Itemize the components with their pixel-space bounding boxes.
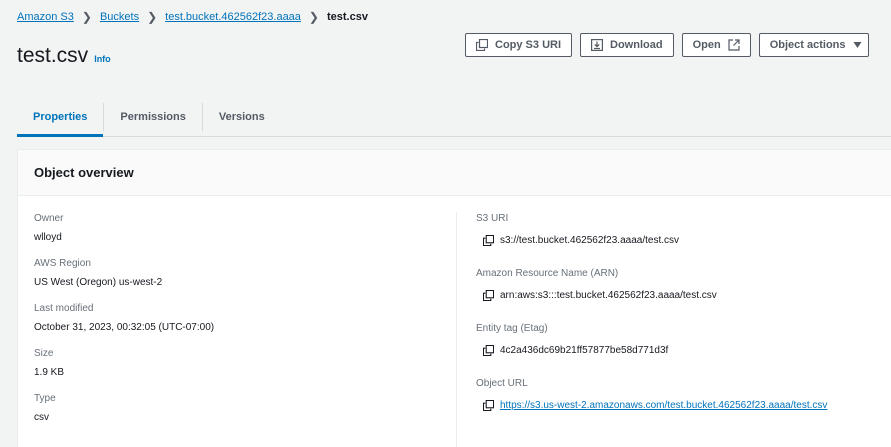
object-url-field: Object URL https://s3.us-west-2.amazonaw… bbox=[476, 377, 827, 412]
copy-icon[interactable] bbox=[483, 345, 494, 356]
size-value: 1.9 KB bbox=[34, 367, 65, 378]
chevron-right-icon: ❯ bbox=[147, 10, 158, 24]
copy-icon[interactable] bbox=[483, 290, 494, 301]
action-toolbar: Copy S3 URI Download Open Object actions bbox=[465, 33, 869, 57]
arn-label: Amazon Resource Name (ARN) bbox=[476, 268, 619, 279]
type-field: Type csv bbox=[34, 392, 214, 424]
page-title-text: test.csv bbox=[17, 44, 89, 67]
info-link[interactable]: Info bbox=[94, 54, 111, 64]
s3-uri-label: S3 URI bbox=[476, 213, 509, 224]
copy-icon[interactable] bbox=[483, 400, 494, 411]
copy-icon bbox=[476, 39, 488, 51]
s3-uri-field: S3 URI s3://test.bucket.462562f23.aaaa/t… bbox=[476, 212, 827, 247]
type-label: Type bbox=[34, 393, 56, 404]
etag-row: 4c2a436dc69b21ff57877be58d771d3f bbox=[476, 344, 827, 357]
arn-field: Amazon Resource Name (ARN) arn:aws:s3:::… bbox=[476, 267, 827, 302]
arn-value: arn:aws:s3:::test.bucket.462562f23.aaaa/… bbox=[500, 290, 717, 301]
owner-value: wlloyd bbox=[34, 232, 62, 243]
object-url-row: https://s3.us-west-2.amazonaws.com/test.… bbox=[476, 399, 827, 412]
copy-s3-uri-label: Copy S3 URI bbox=[495, 39, 562, 51]
tab-properties[interactable]: Properties bbox=[17, 98, 104, 137]
chevron-right-icon: ❯ bbox=[308, 10, 319, 24]
breadcrumb-current: test.csv bbox=[326, 11, 368, 23]
etag-label: Entity tag (Etag) bbox=[476, 323, 548, 334]
object-actions-label: Object actions bbox=[769, 39, 846, 51]
copy-s3-uri-button[interactable]: Copy S3 URI bbox=[465, 33, 573, 57]
tab-permissions[interactable]: Permissions bbox=[104, 98, 201, 136]
breadcrumb-amazon-s3[interactable]: Amazon S3 bbox=[17, 11, 74, 23]
page-title: test.csv Info bbox=[17, 44, 111, 68]
overview-right-column: S3 URI s3://test.bucket.462562f23.aaaa/t… bbox=[476, 212, 827, 432]
etag-value: 4c2a436dc69b21ff57877be58d771d3f bbox=[500, 345, 669, 356]
breadcrumb-buckets[interactable]: Buckets bbox=[100, 11, 139, 23]
object-overview-panel: Object overview Owner wlloyd AWS Region … bbox=[17, 149, 891, 447]
copy-icon[interactable] bbox=[483, 235, 494, 246]
owner-label: Owner bbox=[34, 213, 64, 224]
last-modified-label: Last modified bbox=[34, 303, 94, 314]
last-modified-field: Last modified October 31, 2023, 00:32:05… bbox=[34, 302, 214, 334]
overview-left-column: Owner wlloyd AWS Region US West (Oregon)… bbox=[34, 212, 214, 437]
object-url-label: Object URL bbox=[476, 378, 528, 389]
tab-bar: Properties Permissions Versions bbox=[17, 98, 891, 137]
type-value: csv bbox=[34, 412, 49, 423]
open-button[interactable]: Open bbox=[681, 33, 751, 57]
tab-versions[interactable]: Versions bbox=[203, 98, 281, 136]
arn-row: arn:aws:s3:::test.bucket.462562f23.aaaa/… bbox=[476, 289, 827, 302]
size-field: Size 1.9 KB bbox=[34, 347, 214, 379]
breadcrumb-bucket[interactable]: test.bucket.462562f23.aaaa bbox=[165, 11, 301, 23]
column-divider bbox=[456, 212, 457, 447]
size-label: Size bbox=[34, 348, 54, 359]
caret-down-icon bbox=[853, 41, 862, 49]
download-button[interactable]: Download bbox=[580, 33, 674, 57]
region-value: US West (Oregon) us-west-2 bbox=[34, 277, 163, 288]
region-label: AWS Region bbox=[34, 258, 91, 269]
object-actions-button[interactable]: Object actions bbox=[758, 33, 869, 57]
etag-field: Entity tag (Etag) 4c2a436dc69b21ff57877b… bbox=[476, 322, 827, 357]
external-link-icon bbox=[728, 39, 740, 51]
breadcrumb: Amazon S3 ❯ Buckets ❯ test.bucket.462562… bbox=[17, 10, 368, 24]
object-url-link[interactable]: https://s3.us-west-2.amazonaws.com/test.… bbox=[500, 399, 827, 412]
chevron-right-icon: ❯ bbox=[81, 10, 92, 24]
region-field: AWS Region US West (Oregon) us-west-2 bbox=[34, 257, 214, 289]
download-icon bbox=[591, 39, 604, 51]
download-label: Download bbox=[610, 39, 663, 51]
s3-uri-value: s3://test.bucket.462562f23.aaaa/test.csv bbox=[500, 235, 680, 246]
panel-title: Object overview bbox=[18, 150, 891, 196]
s3-uri-row: s3://test.bucket.462562f23.aaaa/test.csv bbox=[476, 234, 827, 247]
open-label: Open bbox=[692, 39, 721, 51]
last-modified-value: October 31, 2023, 00:32:05 (UTC-07:00) bbox=[34, 322, 215, 333]
owner-field: Owner wlloyd bbox=[34, 212, 214, 244]
